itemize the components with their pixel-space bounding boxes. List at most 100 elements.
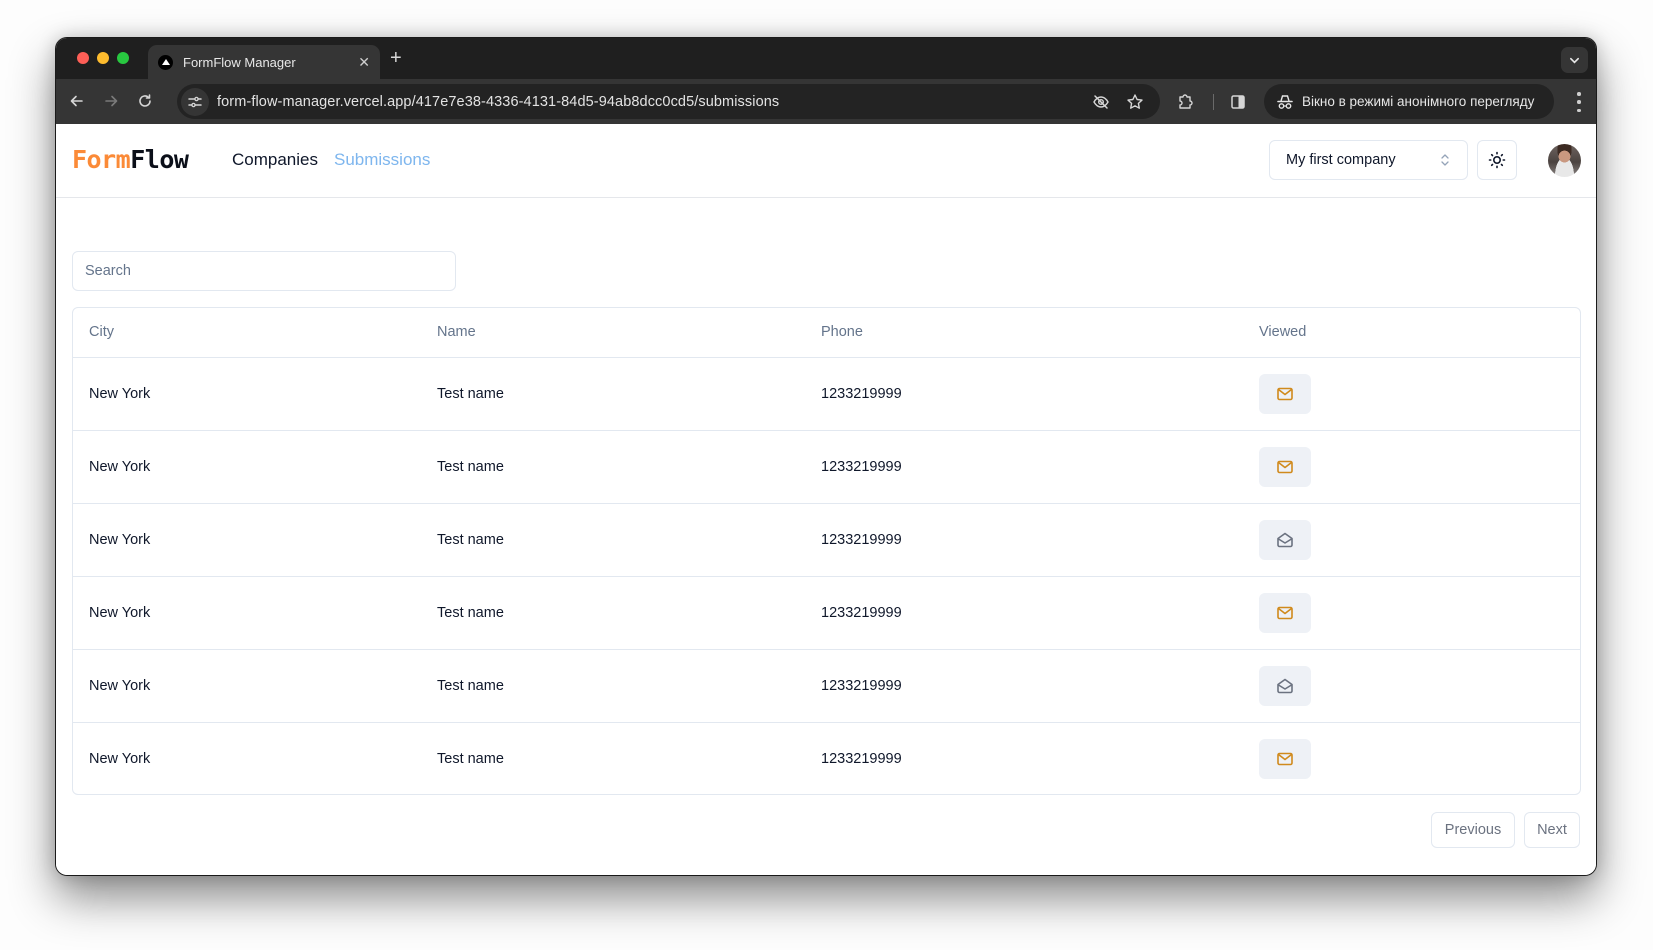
cell-phone: 1233219999 (821, 458, 902, 475)
pagination: Previous Next (1431, 812, 1580, 848)
mail-unread-icon (1277, 606, 1293, 619)
table-header-row: City Name Phone Viewed (73, 308, 1580, 357)
incognito-icon (1277, 94, 1293, 109)
toolbar-divider (1213, 94, 1214, 110)
site-info-button[interactable] (181, 87, 209, 116)
cell-city: New York (89, 677, 151, 694)
close-tab-icon[interactable]: ✕ (358, 54, 370, 71)
company-select-value: My first company (1286, 152, 1396, 168)
submissions-table: City Name Phone Viewed New York Test nam… (72, 307, 1581, 795)
tab-title: FormFlow Manager (183, 54, 296, 70)
app-page: FormFlow Companies Submissions My first … (56, 124, 1596, 875)
arrow-right-icon (105, 95, 118, 107)
sun-icon (1488, 151, 1506, 169)
reload-button[interactable] (134, 90, 156, 112)
mark-read-button[interactable] (1259, 446, 1311, 487)
mark-unread-button[interactable] (1259, 665, 1311, 706)
cell-phone: 1233219999 (821, 385, 902, 402)
cell-viewed (1259, 503, 1580, 576)
cell-name: Test name (437, 385, 504, 402)
mail-open-icon (1277, 532, 1293, 547)
table-row[interactable]: New York Test name 1233219999 (73, 357, 1580, 430)
back-button[interactable] (66, 90, 88, 112)
main-nav: Companies Submissions (232, 150, 430, 170)
mail-unread-icon (1277, 460, 1293, 473)
cell-name: Test name (437, 458, 504, 475)
side-panel-button[interactable] (1228, 92, 1248, 112)
browser-tab[interactable]: FormFlow Manager ✕ (148, 45, 380, 79)
cell-name: Test name (437, 750, 504, 767)
column-header-city: City (89, 324, 114, 341)
cell-name: Test name (437, 531, 504, 548)
incognito-label: Вікно в режимі анонімного перегляду (1302, 94, 1535, 109)
logo-text-flow: Flow (130, 145, 189, 174)
mark-read-button[interactable] (1259, 738, 1311, 779)
desktop-background: FormFlow Manager ✕ + form-flow-manager.v… (0, 0, 1653, 950)
extensions-button[interactable] (1175, 92, 1195, 112)
cell-city: New York (89, 750, 151, 767)
formflow-logo[interactable]: FormFlow (72, 145, 189, 174)
tab-strip: FormFlow Manager ✕ + (56, 38, 1596, 79)
theme-toggle-button[interactable] (1477, 140, 1517, 180)
cell-city: New York (89, 604, 151, 621)
table-row[interactable]: New York Test name 1233219999 (73, 722, 1580, 794)
close-window-button[interactable] (77, 52, 89, 64)
cell-phone: 1233219999 (821, 604, 902, 621)
mark-read-button[interactable] (1259, 373, 1311, 414)
side-panel-icon (1231, 95, 1245, 109)
company-select[interactable]: My first company (1269, 140, 1468, 180)
logo-text-form: Form (72, 145, 131, 174)
table-row[interactable]: New York Test name 1233219999 (73, 576, 1580, 649)
forward-button[interactable] (100, 90, 122, 112)
nav-companies-link[interactable]: Companies (232, 150, 318, 170)
address-bar[interactable]: form-flow-manager.vercel.app/417e7e38-43… (177, 84, 1160, 119)
tab-search-button[interactable] (1561, 47, 1588, 73)
nav-submissions-link[interactable]: Submissions (334, 150, 430, 170)
next-page-button[interactable]: Next (1524, 812, 1580, 848)
eye-off-icon[interactable] (1092, 93, 1110, 111)
cell-viewed (1259, 722, 1580, 794)
tune-icon (188, 96, 202, 107)
mail-unread-icon (1277, 752, 1293, 766)
mail-unread-icon (1277, 387, 1293, 400)
column-header-phone: Phone (821, 324, 863, 341)
url-text[interactable]: form-flow-manager.vercel.app/417e7e38-43… (217, 94, 1092, 110)
mail-open-icon (1277, 678, 1293, 693)
column-header-name: Name (437, 324, 476, 341)
user-avatar[interactable] (1548, 144, 1581, 177)
cell-viewed (1259, 649, 1580, 722)
browser-toolbar: form-flow-manager.vercel.app/417e7e38-43… (56, 79, 1596, 124)
mark-unread-button[interactable] (1259, 519, 1311, 560)
column-header-viewed: Viewed (1259, 324, 1307, 341)
search-input[interactable] (72, 251, 456, 291)
cell-city: New York (89, 458, 151, 475)
maximize-window-button[interactable] (117, 52, 129, 64)
mark-read-button[interactable] (1259, 592, 1311, 633)
previous-page-button[interactable]: Previous (1431, 812, 1515, 848)
browser-menu-button[interactable] (1576, 92, 1582, 112)
table-row[interactable]: New York Test name 1233219999 (73, 503, 1580, 576)
incognito-indicator[interactable]: Вікно в режимі анонімного перегляду (1264, 84, 1554, 119)
table-row[interactable]: New York Test name 1233219999 (73, 430, 1580, 503)
cell-viewed (1259, 576, 1580, 649)
table-row[interactable]: New York Test name 1233219999 (73, 649, 1580, 722)
cell-city: New York (89, 531, 151, 548)
cell-viewed (1259, 430, 1580, 503)
vercel-favicon-icon (158, 54, 173, 70)
cell-phone: 1233219999 (821, 750, 902, 767)
minimize-window-button[interactable] (97, 52, 109, 64)
arrow-left-icon (70, 95, 83, 107)
chevrons-up-down-icon (1441, 154, 1449, 166)
app-header: FormFlow Companies Submissions My first … (56, 124, 1596, 198)
cell-phone: 1233219999 (821, 531, 902, 548)
puzzle-icon (1179, 94, 1193, 109)
browser-window: FormFlow Manager ✕ + form-flow-manager.v… (55, 37, 1597, 876)
chevron-down-icon (1570, 57, 1579, 64)
cell-name: Test name (437, 677, 504, 694)
cell-name: Test name (437, 604, 504, 621)
new-tab-button[interactable]: + (390, 47, 402, 69)
reload-icon (139, 94, 151, 107)
cell-city: New York (89, 385, 151, 402)
cell-phone: 1233219999 (821, 677, 902, 694)
bookmark-star-icon[interactable] (1126, 93, 1144, 111)
